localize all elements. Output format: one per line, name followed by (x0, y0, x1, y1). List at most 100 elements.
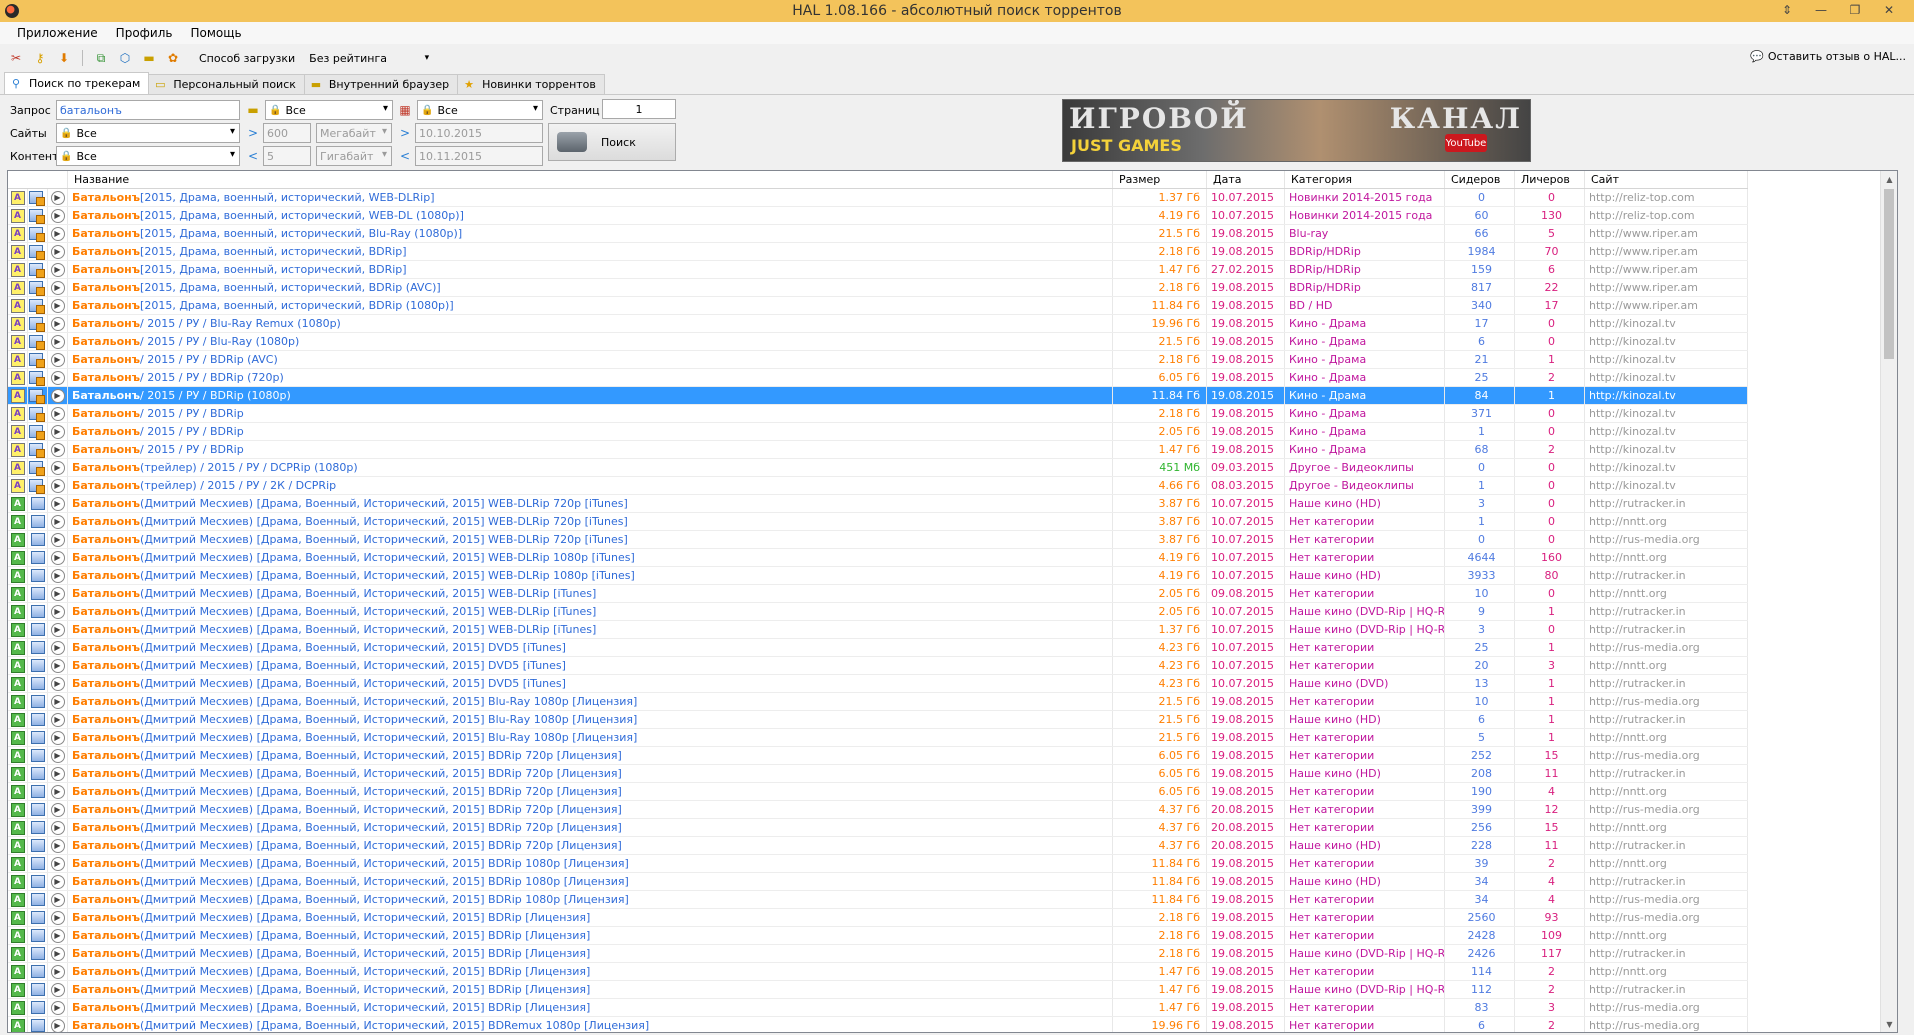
row-play-cell[interactable]: ▶ (48, 495, 68, 512)
row-download-cell[interactable] (28, 423, 48, 440)
save-torrent-icon[interactable] (30, 929, 45, 942)
row-name[interactable]: Батальонъ [2015, Драма, военный, историч… (68, 243, 1113, 260)
save-torrent-icon[interactable] (28, 191, 45, 206)
save-torrent-icon[interactable] (28, 353, 45, 368)
row-play-cell[interactable]: ▶ (48, 963, 68, 980)
row-name[interactable]: Батальонъ (Дмитрий Месхиев) [Драма, Воен… (68, 873, 1113, 890)
row-play-cell[interactable]: ▶ (48, 783, 68, 800)
play-icon[interactable]: ▶ (50, 226, 65, 241)
save-torrent-icon[interactable] (28, 281, 45, 296)
row-name[interactable]: Батальонъ (Дмитрий Месхиев) [Драма, Воен… (68, 819, 1113, 836)
table-row[interactable]: A ▶ Батальонъ (Дмитрий Месхиев) [Драма, … (8, 513, 1748, 531)
row-download-cell[interactable] (28, 909, 48, 926)
play-icon[interactable]: ▶ (50, 244, 65, 259)
table-row[interactable]: A ▶ Батальонъ (Дмитрий Месхиев) [Драма, … (8, 945, 1748, 963)
row-name[interactable]: Батальонъ (Дмитрий Месхиев) [Драма, Воен… (68, 675, 1113, 692)
row-name[interactable]: Батальонъ / 2015 / РУ / BDRip (1080p) (68, 387, 1113, 404)
row-name[interactable]: Батальонъ [2015, Драма, военный, историч… (68, 207, 1113, 224)
row-download-cell[interactable] (28, 963, 48, 980)
save-torrent-icon[interactable] (30, 695, 45, 708)
play-icon[interactable]: ▶ (50, 820, 65, 835)
save-torrent-icon[interactable] (28, 407, 45, 422)
row-play-cell[interactable]: ▶ (48, 261, 68, 278)
row-site[interactable]: http://rus-media.org (1585, 693, 1748, 710)
row-name[interactable]: Батальонъ / 2015 / РУ / BDRip (68, 423, 1113, 440)
table-row[interactable]: A ▶ Батальонъ (Дмитрий Месхиев) [Драма, … (8, 675, 1748, 693)
row-download-cell[interactable] (28, 747, 48, 764)
row-play-cell[interactable]: ▶ (48, 837, 68, 854)
play-icon[interactable]: ▶ (50, 370, 65, 385)
play-icon[interactable]: ▶ (50, 712, 65, 727)
row-download-cell[interactable] (28, 765, 48, 782)
row-download-cell[interactable] (28, 549, 48, 566)
save-torrent-icon[interactable] (30, 875, 45, 888)
row-site[interactable]: http://kinozal.tv (1585, 441, 1748, 458)
vertical-scrollbar[interactable]: ▲ ▼ (1880, 171, 1897, 1032)
play-icon[interactable]: ▶ (50, 676, 65, 691)
play-icon[interactable]: ▶ (50, 190, 65, 205)
save-torrent-icon[interactable] (30, 983, 45, 996)
row-play-cell[interactable]: ▶ (48, 405, 68, 422)
row-play-cell[interactable]: ▶ (48, 1017, 68, 1032)
row-site[interactable]: http://rutracker.in (1585, 837, 1748, 854)
row-download-cell[interactable] (28, 369, 48, 386)
row-name[interactable]: Батальонъ (Дмитрий Месхиев) [Драма, Воен… (68, 657, 1113, 674)
save-torrent-icon[interactable] (30, 659, 45, 672)
table-row[interactable]: A ▶ Батальонъ [2015, Драма, военный, ист… (8, 207, 1748, 225)
table-row[interactable]: A ▶ Батальонъ / 2015 / РУ / BDRip 1.47 Г… (8, 441, 1748, 459)
play-icon[interactable]: ▶ (50, 460, 65, 475)
play-icon[interactable]: ▶ (50, 838, 65, 853)
save-torrent-icon[interactable] (30, 533, 45, 546)
header-site[interactable]: Сайт (1585, 171, 1748, 188)
table-row[interactable]: A ▶ Батальонъ [2015, Драма, военный, ист… (8, 189, 1748, 207)
row-download-cell[interactable] (28, 999, 48, 1016)
size-max-input[interactable]: 5 (263, 146, 311, 166)
save-torrent-icon[interactable] (28, 335, 45, 350)
table-row[interactable]: A ▶ Батальонъ (Дмитрий Месхиев) [Драма, … (8, 531, 1748, 549)
row-site[interactable]: http://nntt.org (1585, 585, 1748, 602)
row-name[interactable]: Батальонъ (Дмитрий Месхиев) [Драма, Воен… (68, 549, 1113, 566)
save-torrent-icon[interactable] (28, 371, 45, 386)
filter1-select[interactable]: 🔒 Все (265, 100, 393, 120)
table-row[interactable]: A ▶ Батальонъ (Дмитрий Месхиев) [Драма, … (8, 693, 1748, 711)
tab-new-torrents[interactable]: ★ Новинки торрентов (457, 74, 605, 94)
network-icon[interactable]: ⧉ (93, 50, 109, 66)
ticket-icon[interactable]: ▬ (141, 50, 157, 66)
row-download-cell[interactable] (28, 837, 48, 854)
table-row[interactable]: A ▶ Батальонъ / 2015 / РУ / BDRip (AVC) … (8, 351, 1748, 369)
save-torrent-icon[interactable] (28, 389, 45, 404)
row-name[interactable]: Батальонъ / 2015 / РУ / BDRip (68, 441, 1113, 458)
row-site[interactable]: http://reliz-top.com (1585, 207, 1748, 224)
row-download-cell[interactable] (28, 873, 48, 890)
play-icon[interactable]: ▶ (50, 550, 65, 565)
row-site[interactable]: http://rutracker.in (1585, 981, 1748, 998)
play-icon[interactable]: ▶ (50, 802, 65, 817)
row-site[interactable]: http://nntt.org (1585, 855, 1748, 872)
row-play-cell[interactable]: ▶ (48, 459, 68, 476)
save-torrent-icon[interactable] (28, 425, 45, 440)
save-torrent-icon[interactable] (28, 299, 45, 314)
menu-application[interactable]: Приложение (8, 26, 107, 40)
save-torrent-icon[interactable] (30, 749, 45, 762)
row-play-cell[interactable]: ▶ (48, 945, 68, 962)
row-play-cell[interactable]: ▶ (48, 585, 68, 602)
row-download-cell[interactable] (28, 729, 48, 746)
play-icon[interactable]: ▶ (50, 856, 65, 871)
sites-select[interactable]: 🔒 Все (56, 123, 240, 143)
row-play-cell[interactable]: ▶ (48, 819, 68, 836)
table-row[interactable]: A ▶ Батальонъ (Дмитрий Месхиев) [Драма, … (8, 657, 1748, 675)
row-play-cell[interactable]: ▶ (48, 657, 68, 674)
table-row[interactable]: A ▶ Батальонъ (Дмитрий Месхиев) [Драма, … (8, 621, 1748, 639)
row-play-cell[interactable]: ▶ (48, 639, 68, 656)
table-row[interactable]: A ▶ Батальонъ (Дмитрий Месхиев) [Драма, … (8, 801, 1748, 819)
row-name[interactable]: Батальонъ / 2015 / РУ / BDRip (720p) (68, 369, 1113, 386)
play-icon[interactable]: ▶ (50, 208, 65, 223)
save-torrent-icon[interactable] (30, 641, 45, 654)
row-play-cell[interactable]: ▶ (48, 855, 68, 872)
row-site[interactable]: http://nntt.org (1585, 657, 1748, 674)
row-site[interactable]: http://rutracker.in (1585, 495, 1748, 512)
row-play-cell[interactable]: ▶ (48, 369, 68, 386)
header-seeders[interactable]: Сидеров (1445, 171, 1515, 188)
row-name[interactable]: Батальонъ (Дмитрий Месхиев) [Драма, Воен… (68, 693, 1113, 710)
row-download-cell[interactable] (28, 639, 48, 656)
